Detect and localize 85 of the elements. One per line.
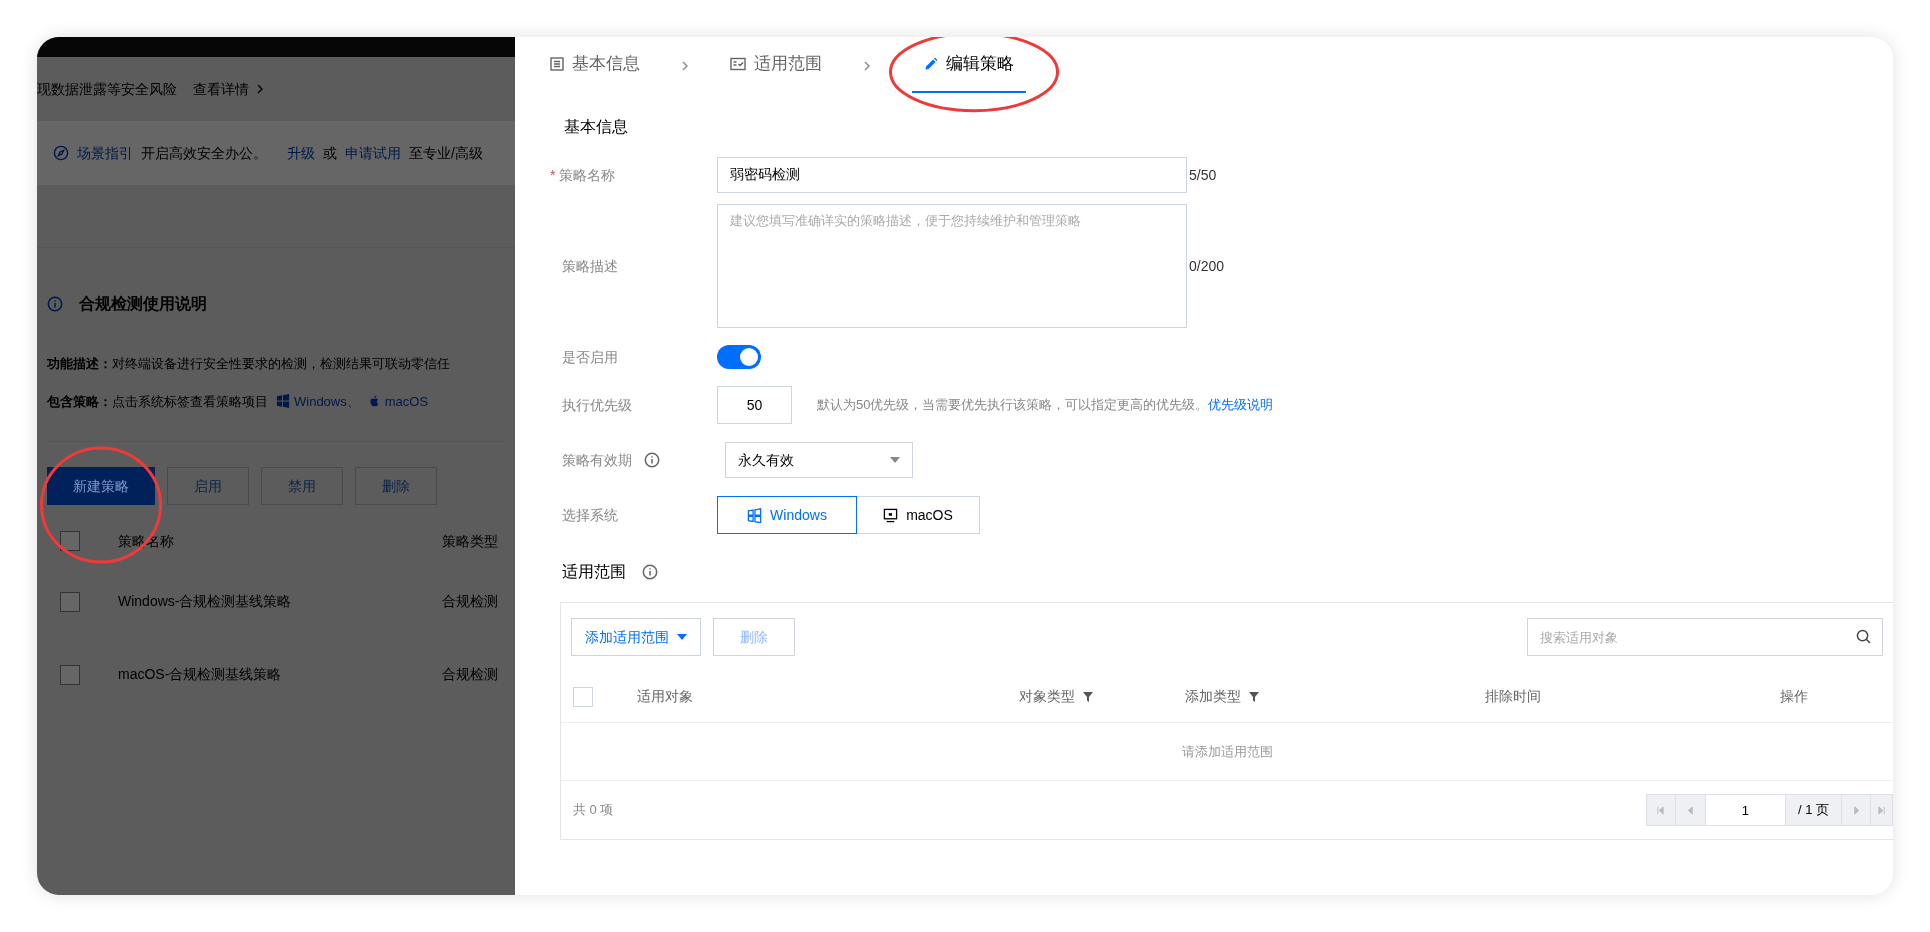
- field-label: 策略有效期: [562, 450, 632, 470]
- field-label: 策略描述: [562, 256, 619, 276]
- apple-icon: [367, 394, 381, 409]
- step-tab[interactable]: 适用范围: [730, 37, 822, 93]
- column-header: 排除时间: [1485, 687, 1541, 706]
- filter-icon[interactable]: [1249, 691, 1259, 702]
- table-cell-text: 合规检测: [442, 592, 498, 611]
- chevron-icon: [257, 84, 263, 94]
- column-header: 适用对象: [637, 687, 693, 706]
- description-text: 对终端设备进行安全性要求的检测，检测结果可联动零信任: [112, 355, 450, 373]
- checklist-icon: [730, 57, 746, 71]
- details-link[interactable]: 查看详情: [193, 78, 249, 100]
- required-mark: *: [550, 165, 556, 185]
- first-page-button[interactable]: [1645, 794, 1676, 826]
- table-cell-text: 合规检测: [442, 665, 498, 684]
- next-page-button[interactable]: [1841, 794, 1871, 826]
- upgrade-link[interactable]: 升级: [287, 142, 315, 164]
- header-checkbox[interactable]: [573, 686, 593, 707]
- empty-message: 请添加适用范围: [1181, 742, 1273, 761]
- description-input[interactable]: 建议您填写准确详实的策略描述，便于您持续维护和管理策略: [717, 204, 1187, 328]
- banner-text: 或: [323, 143, 337, 163]
- section-title: 基本信息: [564, 117, 628, 137]
- field-label: 策略名称: [559, 165, 616, 185]
- monitor-icon: [883, 507, 899, 523]
- step-tab[interactable]: 基本信息: [550, 37, 640, 93]
- info-icon: [644, 452, 660, 468]
- system-option[interactable]: Windows: [717, 496, 857, 534]
- enable-toggle[interactable]: [717, 345, 761, 369]
- total-count: 共 0 项: [573, 801, 614, 820]
- notice-text: 现数据泄露等安全风险: [37, 79, 177, 99]
- compass-icon: [53, 145, 69, 161]
- policies-text: 点击系统标签查看策略项目: [112, 392, 268, 411]
- char-counter: 0/200: [1189, 256, 1225, 276]
- triangle-right-icon: [1851, 805, 1861, 815]
- system-option[interactable]: macOS: [856, 496, 980, 534]
- system-link[interactable]: macOS: [367, 391, 429, 411]
- add-scope-button[interactable]: 添加适用范围: [571, 618, 701, 656]
- page-input[interactable]: 1: [1705, 794, 1786, 826]
- search-field[interactable]: 搜索适用对象: [1527, 618, 1883, 656]
- chevron-icon: [682, 61, 688, 71]
- row-checkbox[interactable]: [60, 591, 80, 612]
- validity-select[interactable]: 永久有效: [725, 442, 913, 478]
- table-cell-text: macOS-合规检测基线策略: [118, 665, 283, 684]
- column-header: 策略类型: [442, 531, 498, 551]
- name-input[interactable]: 弱密码检测: [717, 157, 1187, 193]
- scene-guide-link[interactable]: 场景指引: [77, 142, 133, 164]
- last-page-button[interactable]: [1871, 794, 1893, 826]
- system-link[interactable]: Windows、: [276, 391, 360, 411]
- info-title: 合规检测使用说明: [79, 294, 207, 314]
- caret-icon: [890, 457, 900, 463]
- banner-text: 至专业/高级: [409, 143, 483, 163]
- priority-hint: 默认为50优先级，当需要优先执行该策略，可以指定更高的优先级。: [817, 396, 1209, 415]
- table-checkbox[interactable]: [60, 531, 80, 551]
- previous-page-button[interactable]: [1675, 794, 1706, 826]
- scope-title: 适用范围: [562, 562, 626, 582]
- pencil-icon: [924, 57, 938, 71]
- priority-help-link[interactable]: 优先级说明: [1208, 395, 1274, 415]
- row-checkbox[interactable]: [60, 664, 80, 685]
- field-label: 选择系统: [562, 505, 619, 525]
- description-label: 功能描述：: [47, 355, 112, 373]
- field-label: 执行优先级: [562, 395, 633, 415]
- filter-icon[interactable]: [1083, 691, 1093, 702]
- chevron-icon: [864, 61, 870, 71]
- caret-icon: [677, 634, 687, 640]
- column-header: 对象类型: [1019, 686, 1093, 707]
- char-counter: 5/50: [1189, 165, 1217, 185]
- info-icon: [47, 296, 63, 312]
- column-header: 操作: [1780, 687, 1808, 706]
- first-page-icon: [1656, 805, 1666, 815]
- page-total: / 1 页: [1785, 794, 1841, 826]
- column-header: 添加类型: [1185, 686, 1259, 707]
- search-icon: [1856, 629, 1871, 644]
- table-cell-text: Windows-合规检测基线策略: [118, 592, 293, 611]
- windows-icon: [747, 507, 763, 523]
- field-label: 是否启用: [562, 347, 619, 367]
- info-icon: [642, 564, 658, 580]
- trial-link[interactable]: 申请试用: [345, 142, 401, 164]
- list-icon: [550, 57, 564, 71]
- banner-text: 开启高效安全办公。: [141, 143, 267, 163]
- policies-label: 包含策略：: [47, 392, 112, 411]
- toolbar-button[interactable]: 新建策略: [47, 467, 155, 505]
- priority-input[interactable]: 50: [717, 386, 792, 424]
- last-page-icon: [1877, 805, 1886, 815]
- triangle-left-icon: [1685, 805, 1695, 815]
- windows-icon: [276, 394, 290, 409]
